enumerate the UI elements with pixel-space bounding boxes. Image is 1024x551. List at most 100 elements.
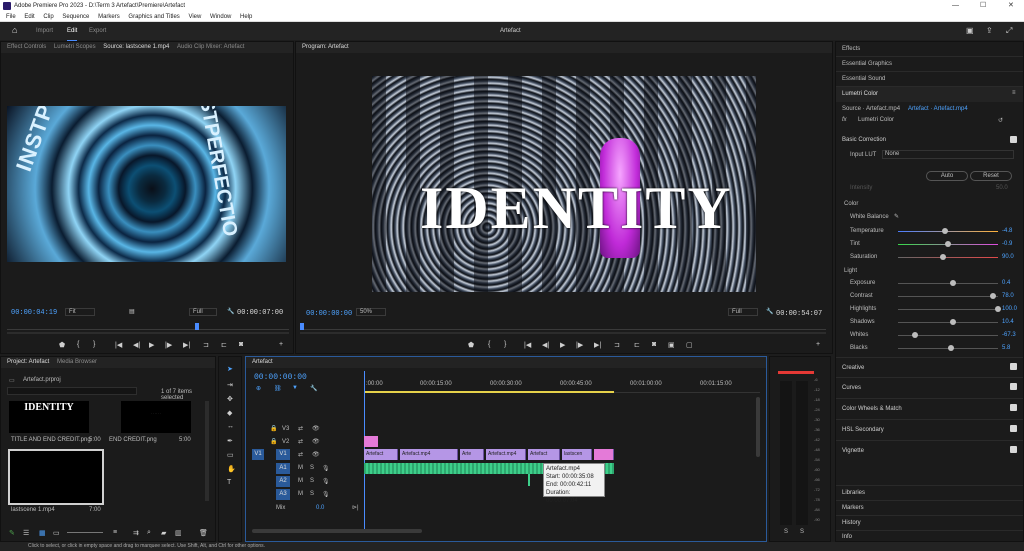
eyedropper-icon[interactable]: ✎ [894, 213, 899, 220]
ripple-edit-icon[interactable]: ✥ [227, 395, 233, 403]
new-item-icon[interactable]: ▥ [175, 529, 182, 537]
program-mark-out-icon[interactable]: } [504, 341, 506, 348]
param-slider[interactable] [898, 231, 998, 232]
program-export-frame-icon[interactable]: ◙ [652, 341, 656, 348]
color-wheels-checkbox[interactable] [1010, 404, 1017, 411]
freeform-view-icon[interactable]: ▭ [53, 529, 60, 537]
program-add-button-icon[interactable]: + [816, 341, 820, 348]
param-slider[interactable] [898, 257, 998, 258]
thumb-lastscene[interactable] [8, 449, 104, 505]
mix-value[interactable]: 0.0 [316, 505, 324, 511]
section-color-wheels[interactable]: Color Wheels & Match [836, 398, 1023, 418]
param-value[interactable]: -4.8 [1002, 225, 1012, 237]
minimize-button[interactable]: — [952, 0, 959, 12]
mute-button[interactable]: M [298, 491, 303, 497]
tab-program[interactable]: Program: Artefact [302, 44, 349, 50]
param-value[interactable]: 5.8 [1002, 342, 1010, 354]
reset-button[interactable]: Reset [970, 171, 1012, 181]
slip-icon[interactable]: ↔ [227, 423, 234, 430]
track-a3-label[interactable]: A3 [276, 489, 290, 500]
lock-icon[interactable]: 🔒 [270, 438, 277, 445]
sync-icon[interactable]: ⇄ [298, 425, 303, 432]
mic-icon[interactable]: 🎙 [322, 465, 330, 472]
insert-icon[interactable]: ⊐ [203, 341, 209, 349]
track-select-icon[interactable]: ⇥ [227, 381, 233, 389]
solo-button[interactable]: S [310, 478, 314, 484]
add-marker-tl-icon[interactable]: ▼ [292, 385, 298, 391]
work-area-bar[interactable] [364, 391, 614, 393]
param-value[interactable]: 78.0 [1002, 290, 1014, 302]
solo-button[interactable]: S [310, 491, 314, 497]
sort-icon[interactable]: ≡ [113, 529, 117, 536]
clip-end-credit[interactable] [594, 449, 614, 460]
program-go-to-in-icon[interactable]: |◀ [524, 341, 531, 349]
source-quality-select[interactable]: Full [189, 308, 217, 316]
menu-markers[interactable]: Markers [98, 14, 120, 20]
input-lut-select[interactable]: None [882, 150, 1014, 159]
panel-effects[interactable]: Effects [836, 42, 1023, 57]
solo-right-button[interactable]: S [800, 529, 804, 535]
param-slider[interactable] [898, 309, 998, 310]
lumetri-target[interactable]: Artefact · Artefact.mp4 [908, 106, 968, 112]
solo-left-button[interactable]: S [784, 529, 788, 535]
step-back-icon[interactable]: ◀| [133, 341, 140, 349]
panel-markers[interactable]: Markers [836, 500, 1023, 515]
param-slider-knob[interactable] [942, 228, 948, 234]
lumetri-menu-icon[interactable]: ≡ [1012, 90, 1016, 96]
section-creative[interactable]: Creative [836, 357, 1023, 377]
comparison-view-icon[interactable]: ▣ [668, 341, 675, 349]
source-fit-select[interactable]: Fit [65, 308, 95, 316]
program-add-marker-icon[interactable]: ⬟ [468, 341, 474, 349]
wrench-icon[interactable]: 🔧 [227, 308, 234, 315]
track-v1-label[interactable]: V1 [276, 449, 290, 460]
maximize-button[interactable]: ☐ [980, 0, 986, 12]
menu-window[interactable]: Window [210, 14, 231, 20]
section-curves[interactable]: Curves [836, 377, 1023, 397]
snap-icon[interactable]: ⊕ [256, 385, 261, 392]
panel-libraries[interactable]: Libraries [836, 485, 1023, 500]
creative-checkbox[interactable] [1010, 363, 1017, 370]
menu-edit[interactable]: Edit [24, 14, 34, 20]
tab-timeline-artefact[interactable]: Artefact [252, 359, 273, 365]
program-timecode[interactable]: 00:00:00:00 [306, 310, 352, 318]
time-ruler[interactable]: :00:00 00:00:15:00 00:00:30:00 00:00:45:… [364, 371, 760, 393]
param-slider-knob[interactable] [950, 319, 956, 325]
source-video-frame[interactable]: INSTPERFECTIO INSTPERFECTIO [7, 106, 286, 262]
automate-icon[interactable]: ⇉ [133, 529, 139, 537]
go-to-out-icon[interactable]: ▶| [183, 341, 190, 349]
mark-in-icon[interactable]: { [77, 341, 79, 348]
source-patch-v1[interactable]: V1 [252, 449, 264, 460]
param-slider-knob[interactable] [990, 293, 996, 299]
tab-import[interactable]: Import [36, 22, 53, 40]
tab-export[interactable]: Export [89, 22, 106, 40]
settings-icon[interactable]: ▤ [129, 308, 135, 315]
program-playhead[interactable] [300, 323, 304, 330]
overwrite-icon[interactable]: ⊏ [221, 341, 227, 349]
panel-essential-sound[interactable]: Essential Sound [836, 72, 1023, 87]
hsl-checkbox[interactable] [1010, 425, 1017, 432]
add-marker-icon[interactable]: ⬟ [59, 341, 65, 349]
program-video-frame[interactable]: IDENTITY [372, 76, 756, 292]
panel-info[interactable]: Info [836, 530, 1023, 542]
program-play-icon[interactable]: ▶ [560, 341, 565, 349]
param-slider[interactable] [898, 296, 998, 297]
step-forward-icon[interactable]: |▶ [165, 341, 172, 349]
auto-button[interactable]: Auto [926, 171, 968, 181]
export-frame-icon[interactable]: ◙ [239, 341, 243, 348]
param-slider-knob[interactable] [912, 332, 918, 338]
tab-project[interactable]: Project: Artefact [7, 359, 49, 365]
param-value[interactable]: 0.4 [1002, 277, 1010, 289]
param-slider[interactable] [898, 322, 998, 323]
source-zoom-bar[interactable] [7, 332, 289, 334]
add-button-icon[interactable]: + [279, 341, 283, 348]
param-slider-knob[interactable] [940, 254, 946, 260]
project-search-input[interactable] [7, 387, 137, 395]
trash-icon[interactable]: 🗑 [199, 529, 208, 537]
extract-icon[interactable]: ⊏ [634, 341, 640, 349]
color-section[interactable]: Color [844, 201, 858, 207]
tab-lumetri-scopes[interactable]: Lumetri Scopes [54, 44, 96, 50]
source-scrub-bar[interactable] [7, 322, 289, 330]
mute-button[interactable]: M [298, 478, 303, 484]
timeline-vertical-scrollbar[interactable] [756, 397, 760, 457]
menu-file[interactable]: File [6, 14, 16, 20]
